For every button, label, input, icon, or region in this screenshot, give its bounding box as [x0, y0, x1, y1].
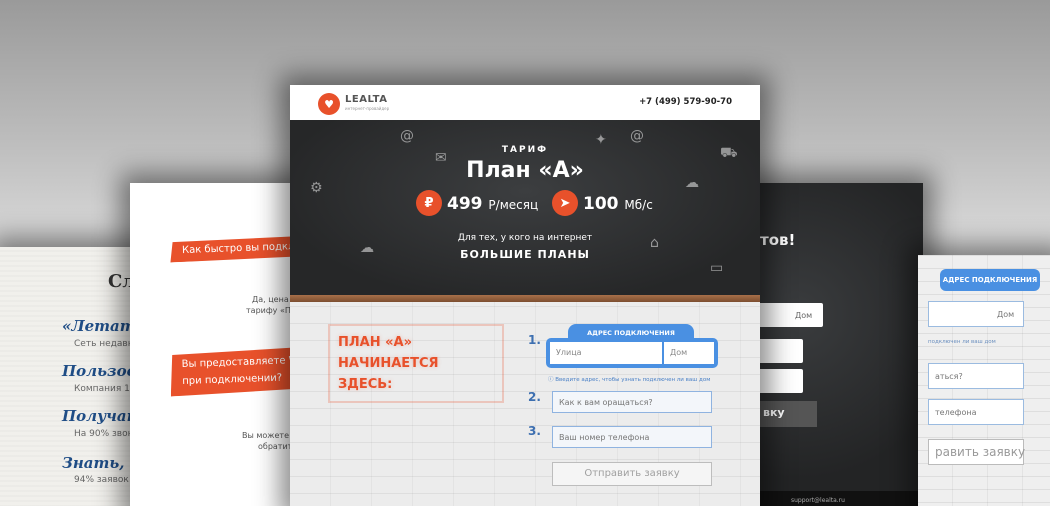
- faq-answer-text: тарифу «Пл: [246, 306, 296, 315]
- price-unit: Р/месяц: [488, 198, 539, 212]
- dark-card-dom: Дом: [795, 311, 813, 320]
- bricks-card-dom: Дом: [997, 310, 1015, 319]
- dark-card-title: тов!: [760, 231, 796, 249]
- speed-unit: Мб/с: [624, 198, 653, 212]
- card-left-item-sub: 94% заявок к: [74, 475, 138, 485]
- brand-name: LEALTA: [345, 94, 388, 105]
- dark-card-footer: support@lealta.ru: [745, 491, 923, 506]
- address-input-group: Улица Дом: [546, 338, 718, 368]
- monitor-doodle-icon: ▭: [710, 260, 724, 276]
- plan-title: План «А»: [466, 158, 584, 183]
- hero-chalkboard: @ ✉ ✦ @ ⛟ ⚙ ☁ ☁ ⌂ ▭ ☎ ТАРИФ План «А» ₽ 4…: [290, 120, 760, 316]
- stamp-line-1: ПЛАН «А»: [338, 335, 413, 350]
- plan-stamp: ПЛАН «А» НАЧИНАЕТСЯ ЗДЕСЬ:: [328, 324, 504, 403]
- stamp-line-2: НАЧИНАЕТСЯ ЗДЕСЬ:: [338, 356, 439, 392]
- bricks-card-field: аться?: [928, 363, 1024, 389]
- at-sign-doodle-icon: @: [630, 128, 644, 144]
- step-number: 2.: [528, 390, 541, 404]
- address-hint-text: Введите адрес, чтобы узнать подключен ли…: [555, 377, 711, 383]
- dark-card-input: [755, 369, 803, 393]
- faq-question-2-line2: при подключении?: [182, 372, 283, 388]
- signup-section: ПЛАН «А» НАЧИНАЕТСЯ ЗДЕСЬ: 1. 2. 3. АДРЕ…: [290, 302, 760, 506]
- bricks-card-field: телефона: [928, 399, 1024, 425]
- address-hint: ⓘ Введите адрес, чтобы узнать подключен …: [548, 375, 710, 383]
- hero-subtitle: Для тех, у кого на интернет: [457, 233, 593, 243]
- step-number: 1.: [528, 333, 541, 347]
- step-number: 3.: [528, 424, 541, 438]
- street-input[interactable]: Улица: [550, 342, 662, 364]
- bricks-card-input: Дом: [928, 301, 1024, 327]
- submit-button[interactable]: Отправить заявку: [552, 462, 712, 486]
- header-phone[interactable]: +7 (499) 579-90-70: [639, 97, 732, 107]
- dark-card-footer-email: support@lealta.ru: [791, 497, 845, 504]
- phone-input[interactable]: Ваш номер телефона: [552, 426, 712, 448]
- chalkboard-shelf: [290, 295, 760, 302]
- bricks-card-address-tab: АДРЕС ПОДКЛЮЧЕНИЯ: [940, 269, 1040, 291]
- hero-tagline: БОЛЬШИЕ ПЛАНЫ: [460, 248, 590, 261]
- price-value: 499: [447, 194, 483, 214]
- bricks-card-button: равить заявку: [928, 439, 1025, 465]
- speed-value: 100: [583, 194, 619, 214]
- at-sign-doodle-icon: @: [400, 128, 414, 144]
- header: ♥ LEALTA интернет-провайдер +7 (499) 579…: [290, 85, 760, 120]
- faq-answer-text: Вы можете з: [242, 431, 296, 440]
- ruble-icon: ₽: [416, 190, 442, 216]
- dark-card-input: [755, 339, 803, 363]
- heart-logo-icon: ♥: [318, 93, 340, 115]
- brand-tagline: интернет-провайдер: [345, 106, 390, 111]
- price: 499 Р/месяц: [447, 194, 538, 214]
- landing-page-main: ♥ LEALTA интернет-провайдер +7 (499) 579…: [290, 85, 760, 506]
- speed: 100 Мб/с: [583, 194, 653, 214]
- name-input[interactable]: Как к вам оращаться?: [552, 391, 712, 413]
- speed-icon: ➤: [552, 190, 578, 216]
- dark-card-input: Дом: [755, 303, 823, 327]
- dark-card-button: вку: [759, 401, 817, 427]
- bricks-card-note: подключен ли ваш дом: [928, 339, 996, 345]
- card-left-item-sub: Сеть недавн: [74, 339, 134, 349]
- faq-question-1: Как быстро вы подклю: [181, 240, 304, 257]
- preview-card-dark: тов! Дом вку support@lealta.ru: [745, 183, 923, 506]
- preview-card-bricks: АДРЕС ПОДКЛЮЧЕНИЯ Дом подключен ли ваш д…: [918, 255, 1050, 506]
- card-left-item-sub: Компания 10: [74, 384, 136, 394]
- info-icon: ⓘ: [548, 377, 554, 383]
- tariff-label: ТАРИФ: [501, 145, 549, 155]
- house-input[interactable]: Дом: [664, 342, 714, 364]
- faq-answer-text: обратит: [258, 442, 293, 451]
